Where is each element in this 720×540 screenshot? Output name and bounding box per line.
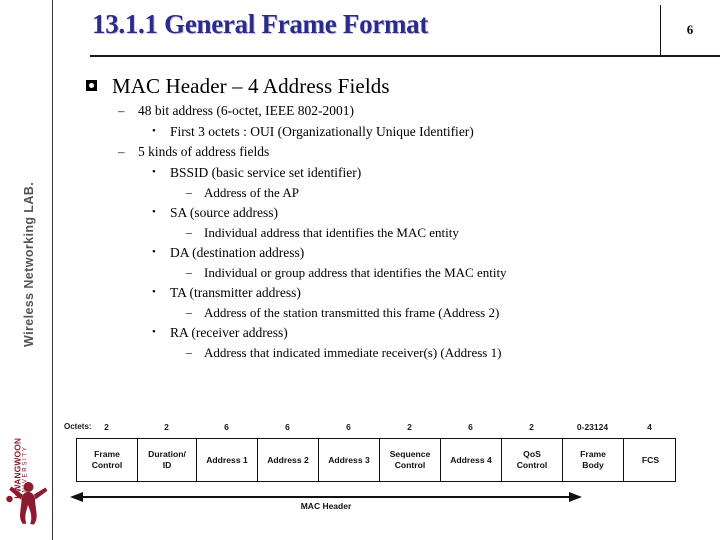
bullet-text: Address of the station transmitted this …	[204, 305, 500, 320]
dash-bullet-icon: –	[186, 225, 192, 239]
bullet-row: – Address of the AP	[186, 183, 686, 202]
bullet-row: –5 kinds of address fields	[118, 142, 686, 162]
dash-bullet-icon: –	[118, 103, 125, 118]
square-bullet-glyph	[86, 80, 97, 91]
octet-size-cell: 2	[164, 422, 169, 432]
octet-size-cell: 2	[529, 422, 534, 432]
frame-field-cell: Address 3	[319, 439, 380, 481]
bullet-row: MAC Header – 4 Address Fields	[86, 74, 686, 98]
frame-field-cell: Sequence Control	[380, 439, 441, 481]
page-number: 6	[686, 22, 694, 37]
university-logo: KWANGWOON UNIVERSITY	[2, 418, 50, 530]
frame-field-cell: Address 1	[197, 439, 258, 481]
bullet-text: SA (source address)	[170, 205, 278, 220]
octet-size-cell: 6	[468, 422, 473, 432]
dash-bullet-icon: –	[186, 305, 192, 319]
sidebar: Wireless Networking LAB. KWANGWOON UNIVE…	[0, 0, 53, 540]
square-bullet-icon	[86, 74, 112, 98]
page-title: 13.1.1 General Frame Format	[92, 9, 429, 39]
mac-header-label: MAC Header	[300, 501, 352, 511]
bullet-row: • SA (source address)	[152, 203, 686, 222]
dash-bullet-icon: –	[118, 144, 125, 159]
octet-size-row: 2 2 6 6 6 2 6 2 0-23124 4	[76, 420, 676, 436]
bullet-row: • BSSID (basic service set identifier)	[152, 163, 686, 182]
dash-bullet-icon: –	[186, 185, 192, 199]
frame-format-diagram: Octets: 2 2 6 6 6 2 6 2 0-23124 4 Frame Control Dur…	[64, 420, 676, 520]
frame-field-cell: Address 2	[258, 439, 319, 481]
bullet-text: First 3 octets : OUI (Organizationally U…	[170, 124, 474, 139]
bullet-row: – Individual address that identifies the …	[186, 223, 686, 242]
frame-field-cell: Frame Body	[563, 439, 624, 481]
octet-size-cell: 6	[346, 422, 351, 432]
dot-bullet-icon: •	[152, 326, 156, 338]
bullet-text: 48 bit address (6-octet, IEEE 802-2001)	[138, 103, 354, 118]
bullet-row: – Address that indicated immediate receiv…	[186, 343, 686, 362]
frame-field-cell: FCS	[641, 454, 660, 465]
frame-field-cell: QoS Control	[502, 439, 563, 481]
bullet-text: RA (receiver address)	[170, 325, 288, 340]
octet-size-cell: 2	[104, 422, 109, 432]
kwangwoon-figure-icon	[6, 482, 48, 525]
dot-bullet-icon: •	[152, 286, 156, 298]
bullet-row: – Individual or group address that identi…	[186, 263, 686, 282]
mac-header-span: MAC Header	[70, 490, 582, 516]
dot-bullet-icon: •	[152, 166, 156, 178]
bullet-row: • RA (receiver address)	[152, 323, 686, 342]
octet-size-cell: 2	[407, 422, 412, 432]
octet-size-cell: 0-23124	[576, 422, 609, 432]
octet-size-cell: 6	[285, 422, 290, 432]
frame-field-cell: Frame Control	[77, 439, 138, 481]
bullet-row: – Address of the station transmitted this…	[186, 303, 686, 322]
bullet-row: • TA (transmitter address)	[152, 283, 686, 302]
bullet-row: • First 3 octets : OUI (Organizationally …	[152, 122, 686, 141]
bullet-text: Individual or group address that identif…	[204, 265, 507, 280]
bullet-row: • DA (destination address)	[152, 243, 686, 262]
sidebar-divider	[52, 0, 53, 540]
slide-body: MAC Header – 4 Address Fields –48 bit add…	[86, 74, 686, 363]
frame-field-cell: Address 4	[441, 439, 502, 481]
octet-size-cell: 6	[224, 422, 229, 432]
octet-size-cell: 4	[647, 422, 652, 432]
sidebar-lab-name: Wireless Networking LAB.	[22, 181, 36, 347]
bullet-text: Address of the AP	[204, 185, 299, 200]
bullet-text: MAC Header – 4 Address Fields	[112, 74, 390, 98]
dash-bullet-icon: –	[186, 265, 192, 279]
bullet-text: BSSID (basic service set identifier)	[170, 165, 362, 180]
dot-bullet-icon: •	[152, 206, 156, 218]
bullet-text: DA (destination address)	[170, 245, 305, 260]
frame-field-row: Frame Control Duration/ID Address 1 Address …	[76, 438, 676, 482]
bullet-text: TA (transmitter address)	[170, 285, 301, 300]
title-underline	[90, 55, 720, 57]
bullet-text: 5 kinds of address fields	[138, 144, 270, 159]
page-number-divider	[660, 5, 661, 57]
bullet-row: –48 bit address (6-octet, IEEE 802-2001)	[118, 101, 686, 121]
slide-canvas: Wireless Networking LAB. KWANGWOON UNIVE…	[0, 0, 720, 540]
dash-bullet-icon: –	[186, 345, 192, 359]
bullet-text: Address that indicated immediate receive…	[204, 345, 502, 360]
dot-bullet-icon: •	[152, 125, 156, 137]
frame-field-cell: Duration/ID	[138, 439, 197, 481]
dot-bullet-icon: •	[152, 246, 156, 258]
bullet-text: Individual address that identifies the M…	[204, 225, 459, 240]
